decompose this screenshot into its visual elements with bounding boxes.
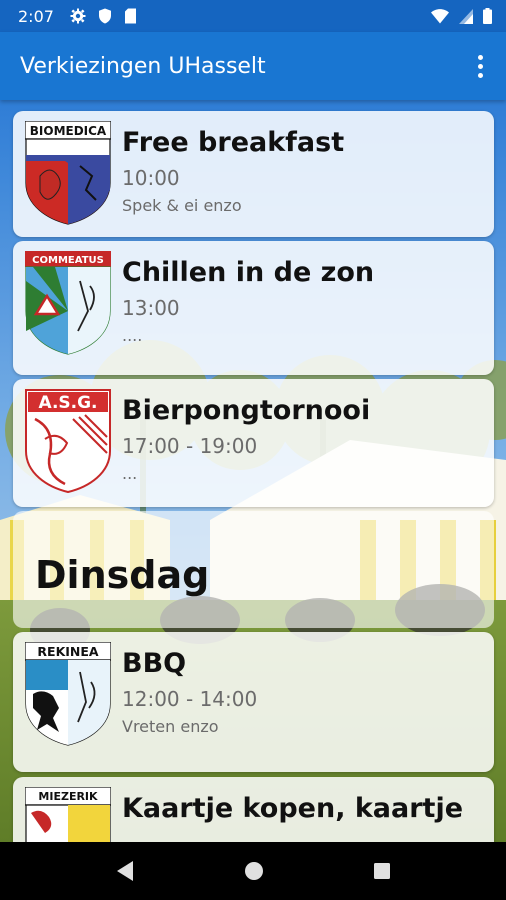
day-header: Dinsdag: [13, 511, 494, 628]
app-title: Verkiezingen UHasselt: [20, 53, 266, 79]
event-description: ...: [122, 464, 138, 483]
event-title: BBQ: [122, 648, 187, 679]
event-description: Vreten enzo: [122, 717, 219, 736]
back-icon[interactable]: [115, 860, 135, 882]
event-time: 10:00: [122, 166, 180, 190]
svg-text:MIEZERIK: MIEZERIK: [38, 790, 98, 803]
event-card[interactable]: BIOMEDICA Free breakfast 10:00 Spek & ei…: [13, 111, 494, 237]
app-bar: Verkiezingen UHasselt: [0, 32, 506, 100]
wifi-icon: [431, 8, 449, 23]
home-icon[interactable]: [244, 861, 264, 881]
gear-icon: [70, 8, 86, 24]
signal-icon: [459, 8, 473, 24]
svg-text:REKINEA: REKINEA: [37, 644, 99, 659]
event-title: Bierpongtornooi: [122, 395, 371, 426]
event-description: Spek & ei enzo: [122, 196, 242, 215]
event-card[interactable]: COMMEATUS Chillen in de zon 13:00 ....: [13, 241, 494, 375]
rekinea-logo: REKINEA: [25, 642, 111, 746]
miezerik-logo: MIEZERIK: [25, 787, 111, 842]
event-card[interactable]: A.S.G. Bierpongtornooi 17:00 - 19:00 ...: [13, 379, 494, 507]
status-time: 2:07: [18, 6, 54, 26]
event-time: 17:00 - 19:00: [122, 434, 258, 458]
event-title: Chillen in de zon: [122, 257, 375, 288]
svg-text:A.S.G.: A.S.G.: [38, 393, 97, 413]
shield-icon: [98, 8, 111, 24]
battery-icon: [483, 8, 492, 24]
event-time: 13:00: [122, 296, 180, 320]
event-list[interactable]: BIOMEDICA Free breakfast 10:00 Spek & ei…: [0, 100, 506, 842]
navigation-bar: [0, 842, 506, 900]
day-title: Dinsdag: [35, 553, 210, 597]
event-card[interactable]: MIEZERIK Kaartje kopen, kaartje: [13, 777, 494, 842]
commeatus-logo: COMMEATUS: [25, 251, 111, 355]
event-time: 12:00 - 14:00: [122, 687, 258, 711]
sd-card-icon: [124, 8, 136, 24]
status-bar: 2:07: [0, 0, 506, 32]
svg-text:BIOMEDICA: BIOMEDICA: [30, 124, 107, 138]
recents-icon[interactable]: [373, 862, 391, 880]
asg-logo: A.S.G.: [25, 389, 111, 493]
svg-text:COMMEATUS: COMMEATUS: [32, 255, 104, 266]
overflow-menu-icon[interactable]: [468, 50, 492, 82]
event-title: Kaartje kopen, kaartje: [122, 793, 464, 824]
biomedica-logo: BIOMEDICA: [25, 121, 111, 225]
event-description: ....: [122, 326, 143, 345]
event-card[interactable]: REKINEA BBQ 12:00 - 14:00 Vreten enzo: [13, 632, 494, 772]
event-title: Free breakfast: [122, 127, 345, 158]
